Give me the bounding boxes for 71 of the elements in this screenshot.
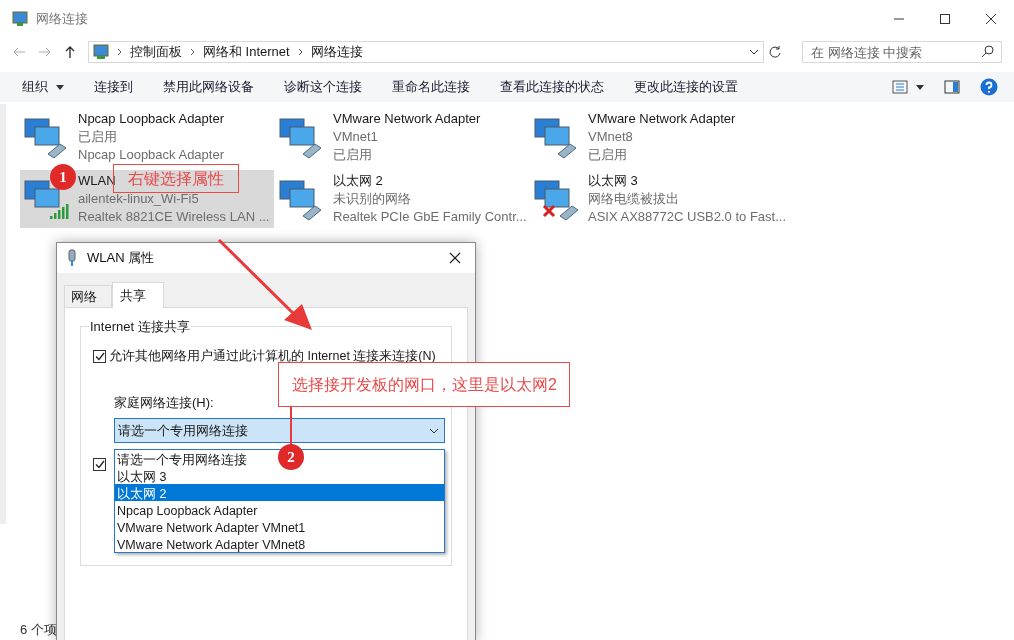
adapter-name: VMware Network Adapter xyxy=(588,110,736,128)
chevron-icon xyxy=(190,48,195,56)
adapter-detail: ailentek-linux_Wi-Fi5 xyxy=(78,190,199,208)
adapter-icon xyxy=(67,249,77,267)
adapter-name: 以太网 2 xyxy=(333,172,383,190)
dropdown[interactable]: 请选一个专用网络连接 xyxy=(114,418,445,444)
dropdown-icon xyxy=(749,49,759,55)
toolbar-button[interactable]: 禁用此网络设备 xyxy=(163,77,254,97)
adapter-detail: VMnet8 xyxy=(588,128,633,146)
view-options-icon[interactable] xyxy=(892,80,924,94)
breadcrumb-item[interactable]: 网络和 Internet xyxy=(203,42,290,62)
up-icon[interactable] xyxy=(64,45,76,59)
toolbar-button[interactable]: 连接到 xyxy=(94,77,133,97)
adapter-detail: Npcap Loopback Adapter xyxy=(78,146,224,164)
dialog-title: WLAN 属性 xyxy=(87,249,155,268)
window-title: 网络连接 xyxy=(36,10,88,29)
dropdown-option[interactable]: Npcap Loopback Adapter xyxy=(117,503,258,520)
maximize-icon xyxy=(939,13,951,25)
chevron-icon xyxy=(117,48,122,56)
checkbox[interactable] xyxy=(93,349,106,363)
dropdown-option[interactable]: 以太网 2 xyxy=(117,486,167,503)
toolbar-button[interactable]: 查看此连接的状态 xyxy=(500,77,604,97)
adapter-name: 以太网 3 xyxy=(588,172,638,190)
checkbox[interactable] xyxy=(93,458,106,472)
breadcrumb-item[interactable]: 控制面板 xyxy=(130,42,182,62)
adapter-detail: 已启用 xyxy=(588,146,627,164)
close-icon xyxy=(449,252,461,264)
tab[interactable]: 网络 xyxy=(64,285,112,307)
adapter-item[interactable]: 以太网 3 网络电缆被拔出 ASIX AX88772C USB2.0 to Fast... xyxy=(530,170,784,228)
adapter-detail: 网络电缆被拔出 xyxy=(588,190,679,208)
address-bar[interactable]: 控制面板 网络和 Internet 网络连接 xyxy=(88,41,764,63)
annotation-box: 选择接开发板的网口，这里是以太网2 xyxy=(278,362,570,407)
adapter-item[interactable]: VMware Network Adapter VMnet8 已启用 xyxy=(530,108,784,166)
help-icon[interactable] xyxy=(980,78,998,96)
adapter-detail: ASIX AX88772C USB2.0 to Fast... xyxy=(588,208,786,226)
app-icon xyxy=(12,11,28,27)
breadcrumb-item[interactable]: 网络连接 xyxy=(310,42,363,62)
adapter-detail: Realtek 8821CE Wireless LAN ... xyxy=(78,208,270,226)
chevron-icon xyxy=(429,427,439,434)
tab[interactable]: 共享 xyxy=(112,282,164,308)
toolbar-button[interactable]: 更改此连接的设置 xyxy=(634,77,738,97)
dropdown-option[interactable]: 请选一个专用网络连接 xyxy=(117,452,247,469)
toolbar-button[interactable]: 诊断这个连接 xyxy=(284,77,362,97)
step-badge: 1 xyxy=(50,164,76,190)
control-panel-icon xyxy=(93,44,109,60)
adapter-detail: 已启用 xyxy=(333,146,372,164)
adapter-detail: Realtek PCIe GbE Family Contr... xyxy=(333,208,527,226)
field-label: 家庭网络连接(H): xyxy=(114,393,214,412)
dropdown-option[interactable]: VMware Network Adapter VMnet1 xyxy=(117,520,306,537)
preview-pane-icon[interactable] xyxy=(944,80,960,94)
refresh-icon[interactable] xyxy=(768,45,782,59)
adapter-item[interactable]: Npcap Loopback Adapter 已启用 Npcap Loopback Adapter xyxy=(20,108,274,166)
search-icon xyxy=(981,45,994,58)
adapter-detail: 未识别的网络 xyxy=(333,190,411,208)
dropdown-option[interactable]: VMware Network Adapter VMnet8 xyxy=(117,537,306,554)
adapter-name: Npcap Loopback Adapter xyxy=(78,110,224,128)
status-text: 6 个项 xyxy=(19,620,58,639)
dropdown-option[interactable]: 以太网 3 xyxy=(117,469,167,486)
checkbox-label: 允许其他网络用户通过此计算机的 Internet 连接来连接(N) xyxy=(109,348,436,365)
adapter-detail: VMnet1 xyxy=(333,128,378,146)
annotation-box: 右键选择属性 xyxy=(113,164,239,193)
search-field[interactable]: 在 网络连接 中搜索 xyxy=(802,41,1002,63)
adapter-item[interactable]: VMware Network Adapter VMnet1 已启用 xyxy=(275,108,529,166)
toolbar-button[interactable]: 组织 xyxy=(22,77,64,97)
caret-icon xyxy=(56,84,64,90)
toolbar-button[interactable]: 重命名此连接 xyxy=(392,77,470,97)
chevron-icon xyxy=(297,48,303,56)
adapter-detail: 已启用 xyxy=(78,128,117,146)
adapter-name: VMware Network Adapter xyxy=(333,110,481,128)
adapter-item[interactable]: 以太网 2 未识别的网络 Realtek PCIe GbE Family Contr... xyxy=(275,170,529,228)
close-icon xyxy=(985,13,997,25)
